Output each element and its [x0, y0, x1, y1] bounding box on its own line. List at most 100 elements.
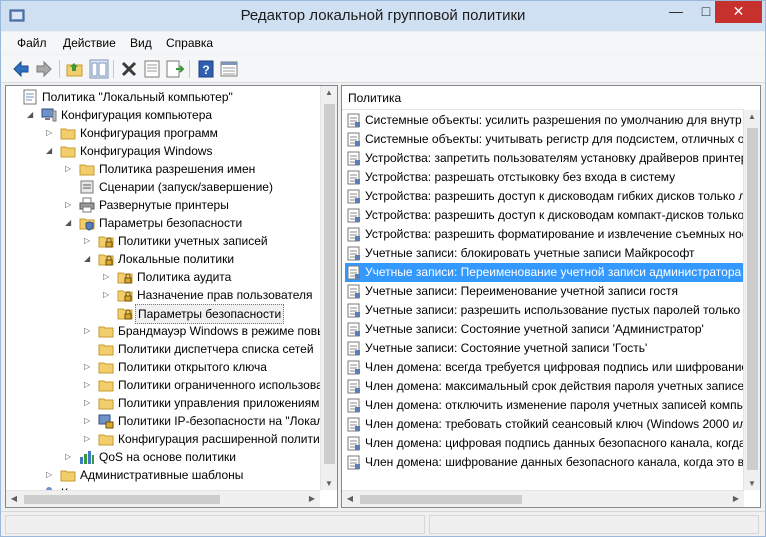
tree-node-label: Политики диспетчера списка сетей	[118, 342, 314, 356]
policy-row[interactable]: Член домена: требовать стойкий сеансовый…	[345, 415, 744, 434]
policy-row[interactable]: Устройства: разрешить доступ к дисковода…	[345, 187, 744, 206]
expanded-arrow-icon[interactable]: ◢	[27, 106, 37, 124]
scroll-left-arrow-icon[interactable]: ◀	[342, 494, 358, 503]
help-icon[interactable]: ?	[196, 59, 216, 79]
tree-node[interactable]: ▷ Брандмауэр Windows в режиме повы	[84, 322, 326, 340]
menu-view[interactable]: Вид	[130, 36, 152, 50]
properties-icon[interactable]	[142, 59, 162, 79]
policy-row[interactable]: Устройства: запретить пользователям уста…	[345, 149, 744, 168]
collapsed-arrow-icon[interactable]: ▷	[46, 466, 56, 484]
tree-node[interactable]: ▷ Политика разрешения имен	[65, 160, 316, 178]
policy-row[interactable]: Учетные записи: Состояние учетной записи…	[345, 339, 744, 358]
tree-node[interactable]: ▷ Политики IP-безопасности на "Локал	[84, 412, 323, 430]
scroll-thumb[interactable]	[324, 104, 335, 464]
policy-row[interactable]: Член домена: максимальный срок действия …	[345, 377, 744, 396]
details-pane[interactable]: Политика Системные объекты: усилить разр…	[341, 85, 761, 508]
tree-node[interactable]: ▷ Политики открытого ключа	[84, 358, 316, 376]
tree-node[interactable]: ▷ Политики ограниченного использова	[84, 376, 323, 394]
policy-row[interactable]: Член домена: шифрование данных безопасно…	[345, 453, 744, 472]
export-list-icon[interactable]	[165, 59, 185, 79]
collapsed-arrow-icon[interactable]: ▷	[65, 160, 75, 178]
collapsed-arrow-icon[interactable]: ▷	[84, 430, 94, 448]
collapsed-arrow-icon[interactable]: ▷	[65, 196, 75, 214]
policy-row[interactable]: Системные объекты: усилить разрешения по…	[345, 111, 744, 130]
tree-node[interactable]: ▷ Развернутые принтеры	[65, 196, 316, 214]
delete-icon[interactable]	[119, 59, 139, 79]
tree-node[interactable]: ◢ Конфигурация Windows	[46, 142, 316, 160]
scroll-down-arrow-icon[interactable]: ▼	[744, 479, 760, 488]
policy-row[interactable]: Устройства: разрешить форматирование и и…	[345, 225, 744, 244]
tree-node[interactable]: ▷ Конфигурация программ	[46, 124, 316, 142]
tree-node[interactable]: ◢ Локальные политики	[84, 250, 316, 268]
tree-node[interactable]: ▷ Конфигурация расширенной полити	[84, 430, 320, 448]
tree-horizontal-scrollbar[interactable]: ◀ ▶	[6, 490, 320, 507]
policy-row[interactable]: Системные объекты: учитывать регистр для…	[345, 130, 744, 149]
scroll-up-arrow-icon[interactable]: ▲	[744, 112, 760, 121]
up-folder-icon[interactable]	[65, 59, 85, 79]
close-button[interactable]: ✕	[715, 1, 762, 23]
scroll-right-arrow-icon[interactable]: ▶	[304, 494, 320, 503]
collapsed-arrow-icon[interactable]: ▷	[46, 124, 56, 142]
menu-action[interactable]: Действие	[63, 36, 116, 50]
tree-node[interactable]: ◢ Параметры безопасности	[65, 214, 316, 232]
policy-row[interactable]: Член домена: отключить изменение пароля …	[345, 396, 744, 415]
collapsed-arrow-icon[interactable]: ▷	[84, 376, 94, 394]
policy-setting-icon	[347, 341, 361, 356]
policy-row[interactable]: Устройства: разрешить доступ к дисковода…	[345, 206, 744, 225]
policy-row[interactable]: Член домена: цифровая подпись данных без…	[345, 434, 744, 453]
policy-row[interactable]: Учетные записи: Состояние учетной записи…	[345, 320, 744, 339]
scroll-down-arrow-icon[interactable]: ▼	[321, 479, 337, 488]
policy-row[interactable]: Учетные записи: Переименование учетной з…	[345, 282, 744, 301]
tree-node[interactable]: ▷ Административные шаблоны	[46, 466, 316, 484]
tree-node[interactable]: ▷ Политика аудита	[103, 268, 316, 286]
tree-node[interactable]: Сценарии (запуск/завершение)	[65, 178, 316, 196]
title-bar[interactable]: Редактор локальной групповой политики — …	[1, 1, 765, 31]
policy-row[interactable]: Учетные записи: блокировать учетные запи…	[345, 244, 744, 263]
expanded-arrow-icon[interactable]: ◢	[65, 214, 75, 232]
tree-vertical-scrollbar[interactable]: ▲ ▼	[320, 86, 337, 490]
scroll-thumb[interactable]	[747, 128, 758, 470]
tree-node-label: Конфигурация расширенной полити	[118, 432, 320, 446]
policy-row[interactable]: Член домена: всегда требуется цифровая п…	[345, 358, 744, 377]
tree-node[interactable]: ▷ Политики управления приложениями	[84, 394, 326, 412]
minimize-button[interactable]: —	[661, 1, 691, 23]
tree-node[interactable]: ▷ Назначение прав пользователя	[103, 286, 316, 304]
policy-setting-icon	[347, 132, 361, 147]
scroll-thumb[interactable]	[360, 495, 522, 504]
show-hide-tree-icon[interactable]	[89, 59, 109, 79]
expanded-arrow-icon[interactable]: ◢	[46, 142, 56, 160]
collapsed-arrow-icon[interactable]: ▷	[103, 268, 113, 286]
tree-node[interactable]: ▷ Политики учетных записей	[84, 232, 316, 250]
scroll-right-arrow-icon[interactable]: ▶	[728, 494, 744, 503]
back-arrow-icon[interactable]	[11, 59, 31, 79]
expanded-arrow-icon[interactable]: ◢	[84, 250, 94, 268]
tree-pane[interactable]: Политика "Локальный компьютер" ◢ Конфигура…	[5, 85, 338, 508]
lock-folder-icon	[98, 233, 114, 249]
list-horizontal-scrollbar[interactable]: ◀ ▶	[342, 490, 744, 507]
scroll-thumb[interactable]	[24, 495, 220, 504]
collapsed-arrow-icon[interactable]: ▷	[84, 412, 94, 430]
collapsed-arrow-icon[interactable]: ▷	[84, 358, 94, 376]
tree-node[interactable]: ▷ QoS на основе политики	[65, 448, 316, 466]
extended-view-icon[interactable]	[219, 59, 239, 79]
collapsed-arrow-icon[interactable]: ▷	[103, 286, 113, 304]
tree-node[interactable]: Параметры безопасности	[103, 304, 316, 324]
collapsed-arrow-icon[interactable]: ▷	[84, 394, 94, 412]
policy-row[interactable]: Учетные записи: Переименование учетной з…	[345, 263, 744, 282]
tree-node[interactable]: Политики диспетчера списка сетей	[84, 340, 316, 358]
tree-node[interactable]: Политика "Локальный компьютер"	[8, 88, 316, 106]
policy-row[interactable]: Устройства: разрешать отстыковку без вхо…	[345, 168, 744, 187]
scroll-left-arrow-icon[interactable]: ◀	[6, 494, 22, 503]
menu-help[interactable]: Справка	[166, 36, 213, 50]
tree-node[interactable]: ◢ Конфигурация компьютера	[27, 106, 316, 124]
collapsed-arrow-icon[interactable]: ▷	[84, 232, 94, 250]
column-header-policy[interactable]: Политика	[342, 86, 744, 110]
collapsed-arrow-icon[interactable]: ▷	[65, 448, 75, 466]
forward-arrow-icon[interactable]	[34, 59, 54, 79]
policy-row[interactable]: Учетные записи: разрешить использование …	[345, 301, 744, 320]
menu-file[interactable]: Файл	[17, 36, 47, 50]
collapsed-arrow-icon[interactable]: ▷	[84, 322, 94, 340]
scroll-up-arrow-icon[interactable]: ▲	[321, 88, 337, 97]
policy-name: Член домена: всегда требуется цифровая п…	[365, 360, 744, 374]
list-vertical-scrollbar[interactable]: ▲ ▼	[743, 110, 760, 490]
